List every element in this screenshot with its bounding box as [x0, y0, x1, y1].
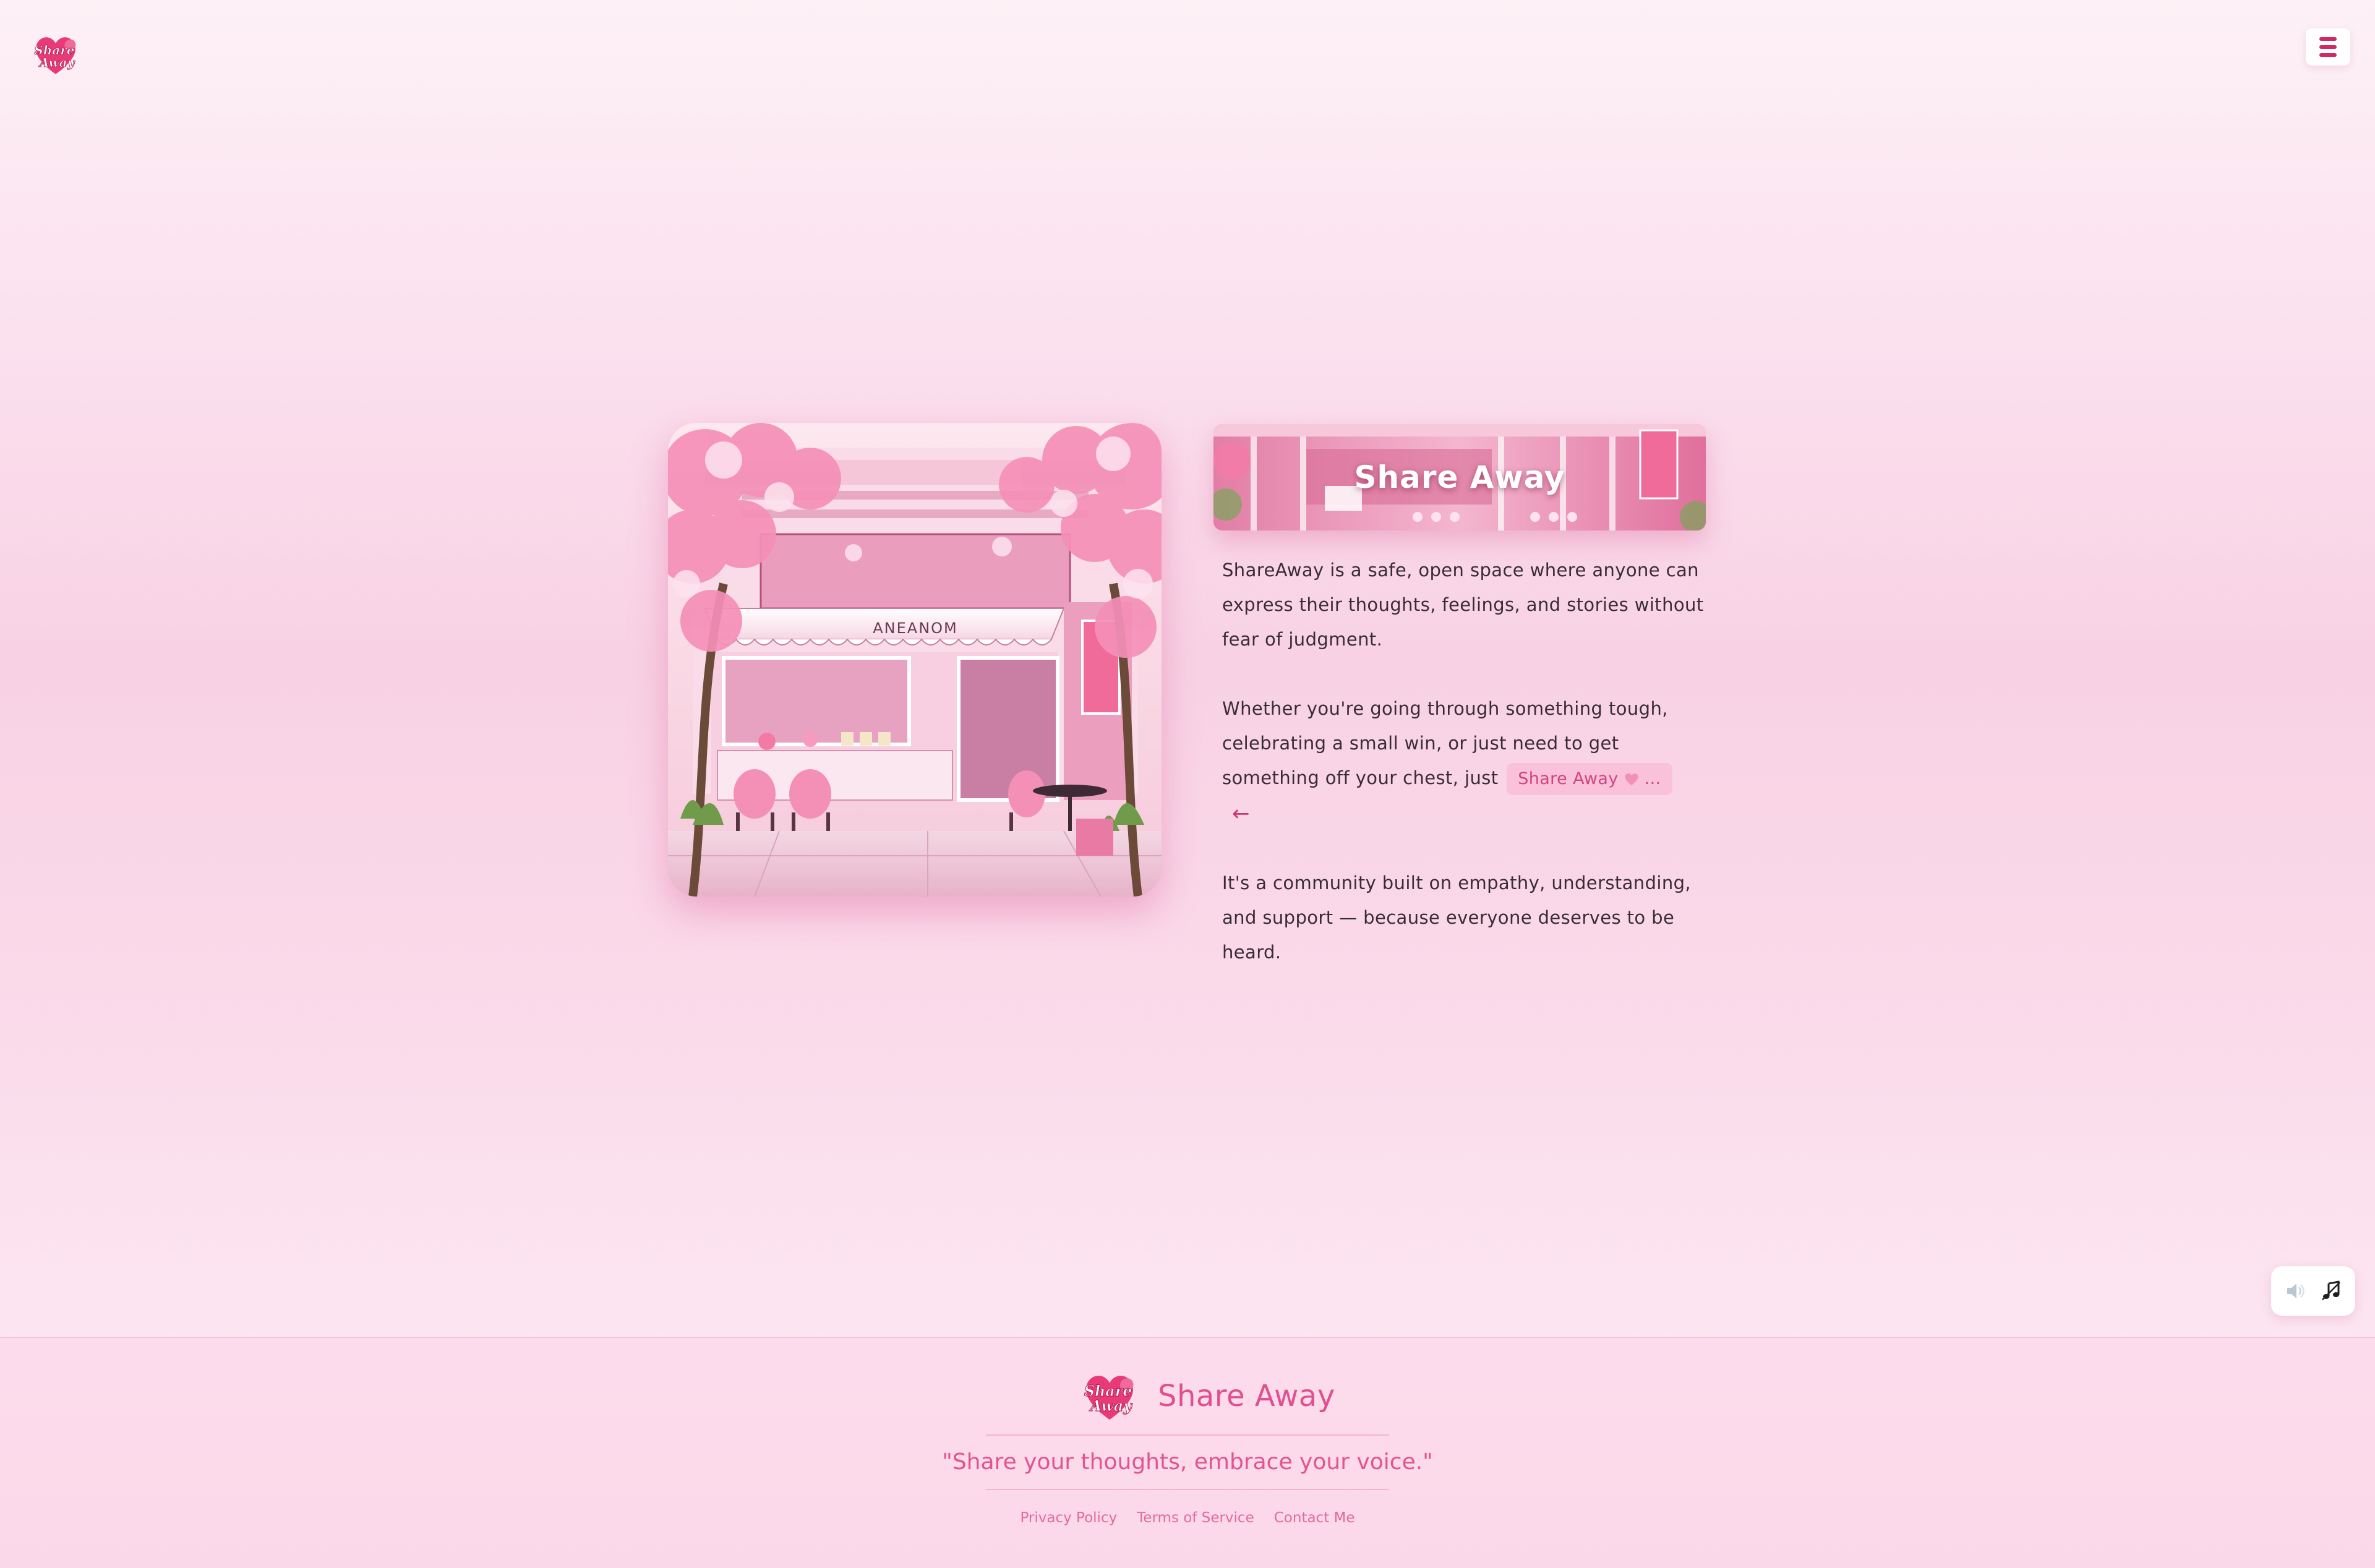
about-paragraph-3: It's a community built on empathy, under… — [1222, 872, 1692, 963]
footer-heart-logo-icon: Share Away — [1084, 1375, 1134, 1420]
site-footer: Share Away Share Away "Share your though… — [0, 1337, 2375, 1568]
banner-title: Share Away — [1354, 459, 1565, 495]
heart-icon — [1625, 773, 1638, 785]
share-away-logo[interactable]: Share Away — [30, 28, 82, 80]
footer-divider — [986, 1434, 1389, 1436]
storefront-sign: ANEANOM — [873, 620, 958, 637]
heart-logo-icon: Share Away — [34, 37, 76, 74]
about-paragraph-1: ShareAway is a safe, open space where an… — [1222, 560, 1704, 650]
footer-brand-name: Share Away — [1158, 1379, 1335, 1413]
music-note-icon[interactable] — [2320, 1280, 2342, 1302]
terms-of-service-link[interactable]: Terms of Service — [1137, 1510, 1254, 1526]
svg-text:Away: Away — [38, 55, 75, 70]
share-away-button[interactable]: Share Away ... — [1507, 763, 1672, 795]
share-away-banner: Share Away — [1213, 424, 1706, 530]
share-away-button-ellipsis: ... — [1644, 769, 1661, 788]
about-paragraph-2: Whether you're going through something t… — [1222, 691, 1705, 831]
audio-controls — [2271, 1266, 2355, 1316]
contact-me-link[interactable]: Contact Me — [1274, 1510, 1355, 1526]
menu-line — [2319, 53, 2337, 57]
menu-line — [2319, 45, 2337, 49]
share-away-button-label: Share Away — [1518, 769, 1619, 788]
svg-text:Away: Away — [1089, 1397, 1133, 1415]
storefront-illustration: ANEANOM — [668, 423, 1162, 897]
hamburger-menu-button[interactable] — [2306, 28, 2350, 66]
footer-divider — [986, 1489, 1389, 1490]
privacy-policy-link[interactable]: Privacy Policy — [1020, 1510, 1117, 1526]
footer-links: Privacy Policy Terms of Service Contact … — [0, 1510, 2375, 1526]
left-arrow-icon: ← — [1232, 801, 1250, 826]
about-text: ShareAway is a safe, open space where an… — [1222, 553, 1705, 1004]
footer-quote: "Share your thoughts, embrace your voice… — [942, 1449, 1433, 1475]
footer-brand[interactable]: Share Away Share Away — [1079, 1365, 1335, 1427]
speaker-icon[interactable] — [2284, 1280, 2306, 1302]
menu-line — [2319, 37, 2337, 41]
storefront-scene-image: ANEANOM — [668, 423, 1162, 897]
